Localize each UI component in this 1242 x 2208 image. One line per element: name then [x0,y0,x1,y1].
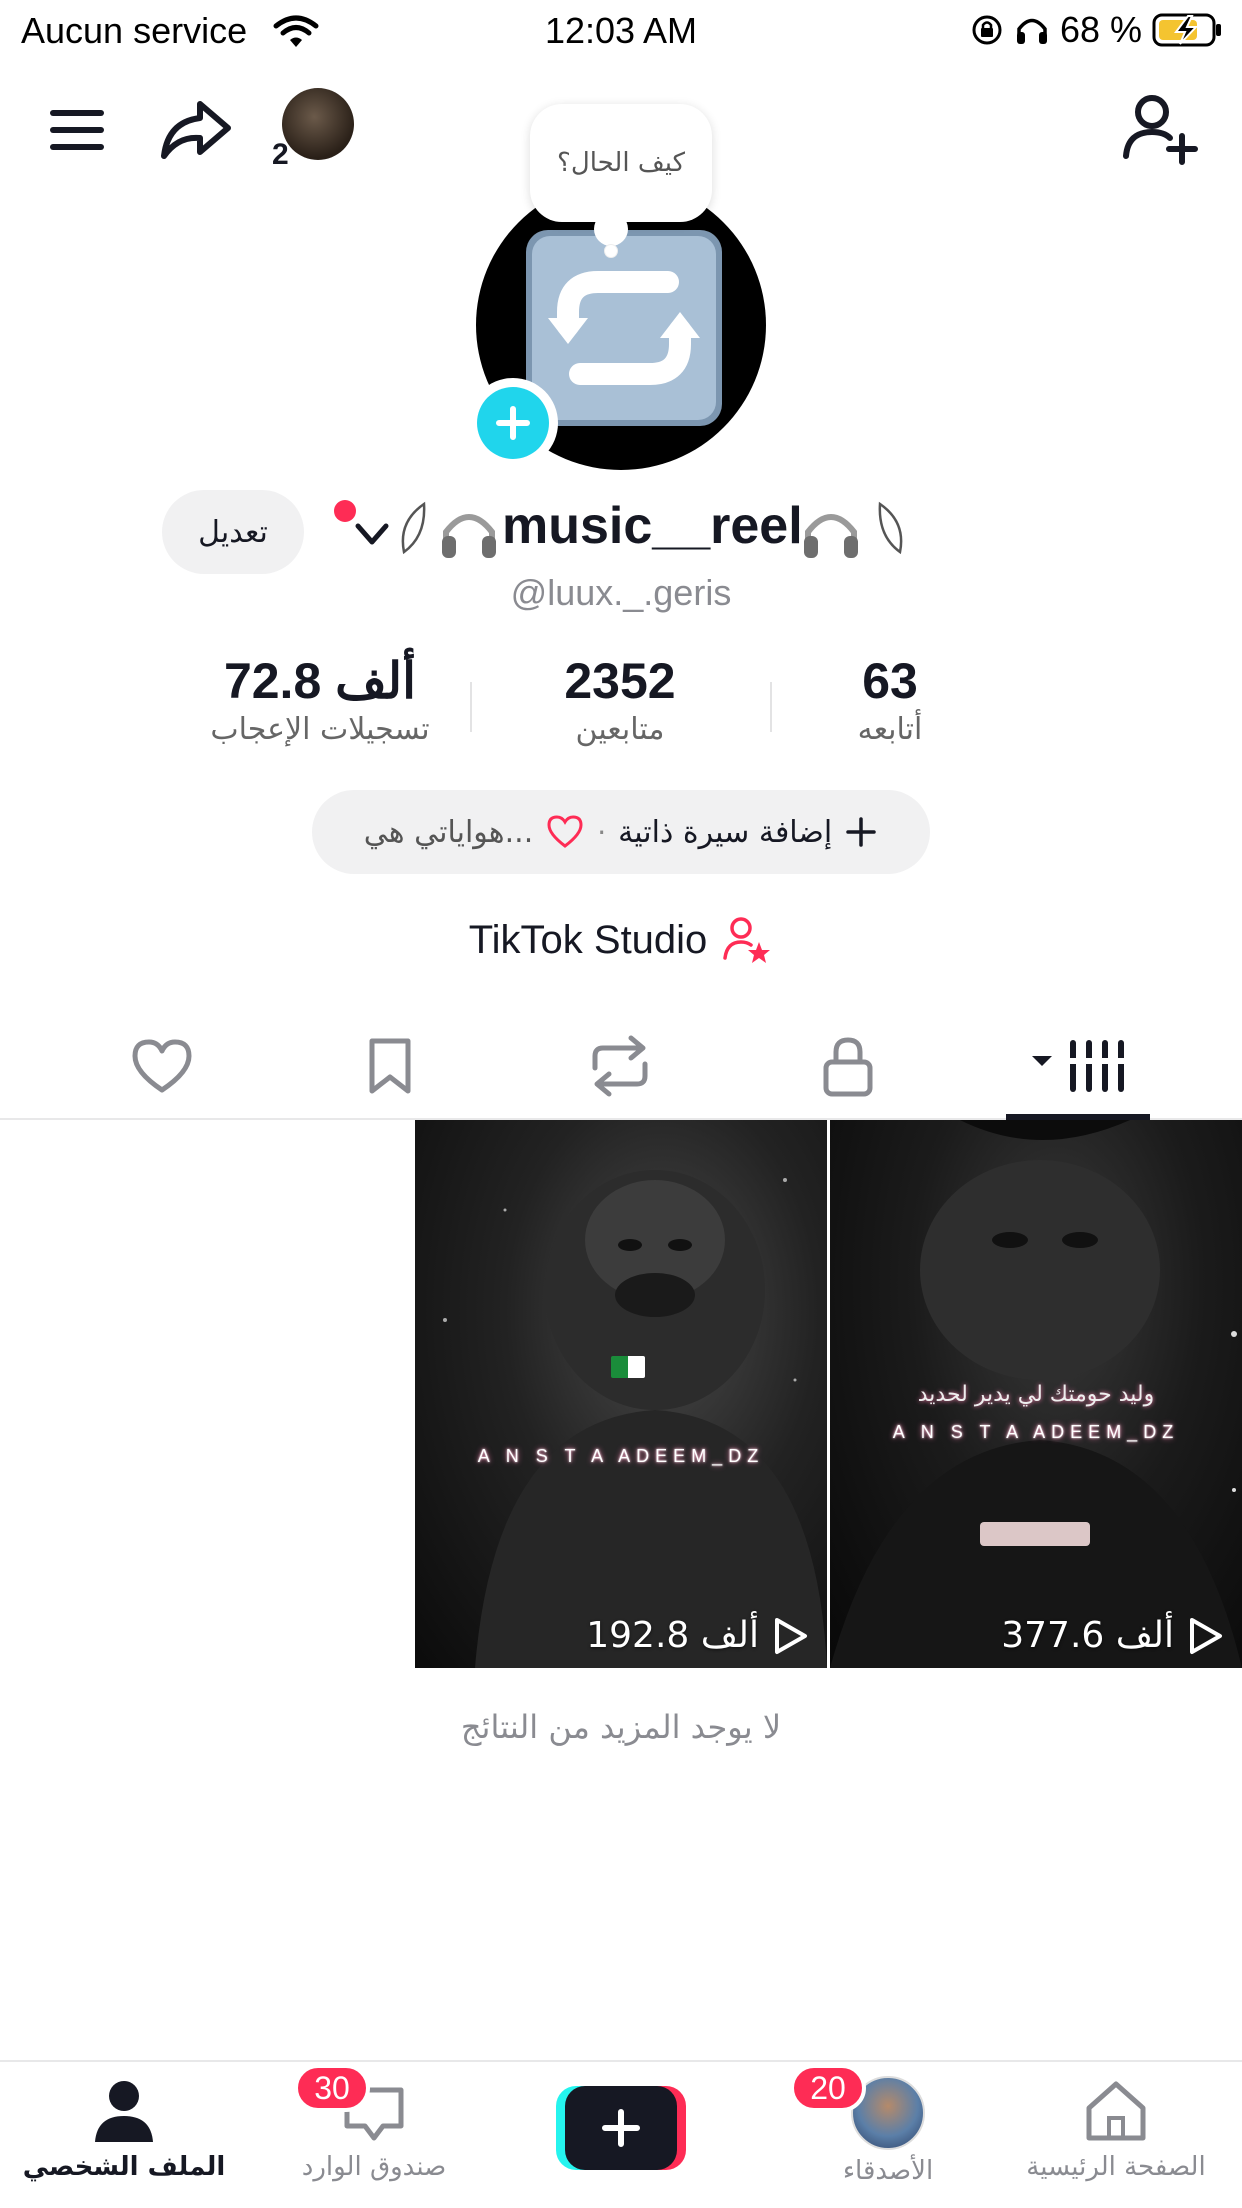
repost-icon [592,1035,648,1097]
stat-following[interactable]: 63 أتابعه [770,652,1010,747]
tab-liked[interactable] [122,1026,202,1106]
nav-inbox[interactable]: صندوق الوارد 30 [264,2064,484,2206]
stat-likes[interactable]: 72.8 ألف تسجيلات الإعجاب [170,652,470,747]
likes-label: تسجيلات الإعجاب [210,712,430,747]
chevron-down-icon[interactable] [350,512,394,556]
no-more-results: لا يوجد المزيد من النتائج [460,1708,782,1746]
add-avatar-button[interactable] [468,378,558,468]
studio-label: TikTok Studio [468,917,708,962]
view-count: 192.8 ألف [586,1615,809,1656]
friend-count: 2 [272,138,289,171]
plus-icon [846,817,876,847]
following-count: 63 [862,653,918,709]
grid-icon [1032,1040,1128,1092]
heart-outline-icon [547,815,583,848]
add-friend-icon[interactable] [1120,88,1200,168]
heart-icon [132,1039,192,1093]
plus-icon [496,406,530,440]
play-icon [1190,1617,1222,1654]
algeria-flag-icon [611,1356,645,1378]
status-bubble-dot [604,244,618,258]
nav-friends-label: الأصدقاء [842,2156,934,2186]
nav-home[interactable]: الصفحة الرئيسية [1006,2076,1226,2206]
tiktok-studio-link[interactable]: TikTok Studio [0,912,1242,968]
tab-reposts[interactable] [580,1026,660,1106]
profile-icon [95,2081,153,2142]
leaf-icon [878,501,903,555]
headphones-icon [442,514,496,558]
creator-star-icon [723,917,771,963]
hobbies-label: هواياتي هي... [363,814,534,850]
followers-label: متابعين [575,712,665,747]
nav-home-label: الصفحة الرئيسية [1026,2152,1206,2182]
status-bubble[interactable]: كيف الحال؟ [530,104,712,222]
lock-icon [823,1037,873,1097]
bottom-navigation: الملف الشخصي صندوق الوارد 30 الأصدقاء 20… [0,2060,1242,2208]
add-bio-label: إضافة سيرة ذاتية [618,814,833,850]
video-thumbnail[interactable]: A N S T A ADEEM_DZ 192.8 ألف [415,1120,827,1668]
content-tabs [0,1010,1242,1120]
nav-friends[interactable]: الأصدقاء 20 [778,2064,998,2206]
tab-favorites[interactable] [350,1026,430,1106]
view-count-text: 377.6 ألف [1001,1615,1174,1656]
video-thumbnail[interactable]: وليد حومتك لي يدير لحديد A N S T A ADEEM… [830,1120,1242,1668]
tab-private[interactable] [808,1026,888,1106]
bio-separator: · [597,815,607,849]
leaf-icon [401,501,426,555]
share-icon[interactable] [156,90,236,170]
headphones-icon [804,514,858,558]
plus-icon [602,2109,640,2147]
video-arabic-caption: وليد حومتك لي يدير لحديد [917,1382,1155,1407]
rotation-lock-icon [972,15,1002,45]
name-row: تعديل music__reel [0,490,1242,576]
headphones-status-icon [1016,18,1047,44]
battery-percent: 68 % [1059,9,1142,50]
friend-avatar [282,88,354,160]
followers-count: 2352 [564,653,676,709]
nav-profile[interactable]: الملف الشخصي [14,2076,234,2206]
status-bar: Aucun service 12:03 AM 68 % [0,0,1242,64]
friends-shortcut[interactable]: 2 [272,88,362,178]
nav-profile-label: الملف الشخصي [22,2152,226,2182]
profile-stats: 72.8 ألف تسجيلات الإعجاب 2352 متابعين 63… [170,652,1070,762]
bookmark-icon [369,1038,411,1094]
add-bio-button[interactable]: إضافة سيرة ذاتية · هواياتي هي... [312,790,930,874]
view-count: 377.6 ألف [1001,1615,1224,1656]
stat-followers[interactable]: 2352 متابعين [470,652,770,747]
video-caption: A N S T A ADEEM_DZ [892,1422,1180,1442]
tab-videos[interactable] [1028,1026,1128,1106]
video-caption: A N S T A ADEEM_DZ [477,1446,765,1466]
menu-icon[interactable] [42,100,112,160]
inbox-badge: 30 [294,2064,370,2112]
gorilla-image [443,1170,827,1668]
username: @luux._.geris [510,572,732,613]
status-right: 68 % [970,8,1224,52]
likes-count: 72.8 ألف [223,653,417,709]
view-count-text: 192.8 ألف [586,1615,759,1656]
nav-inbox-label: صندوق الوارد [301,2152,447,2182]
home-icon [1086,2081,1146,2141]
edit-profile-button[interactable]: تعديل [162,490,304,574]
display-name: music__reel [502,497,803,555]
create-button[interactable] [556,2086,686,2170]
play-icon [775,1617,807,1654]
following-label: أتابعه [857,712,923,747]
friends-badge: 20 [790,2064,866,2112]
status-bubble-tail [594,212,628,246]
battery-charging-icon [1152,13,1221,47]
